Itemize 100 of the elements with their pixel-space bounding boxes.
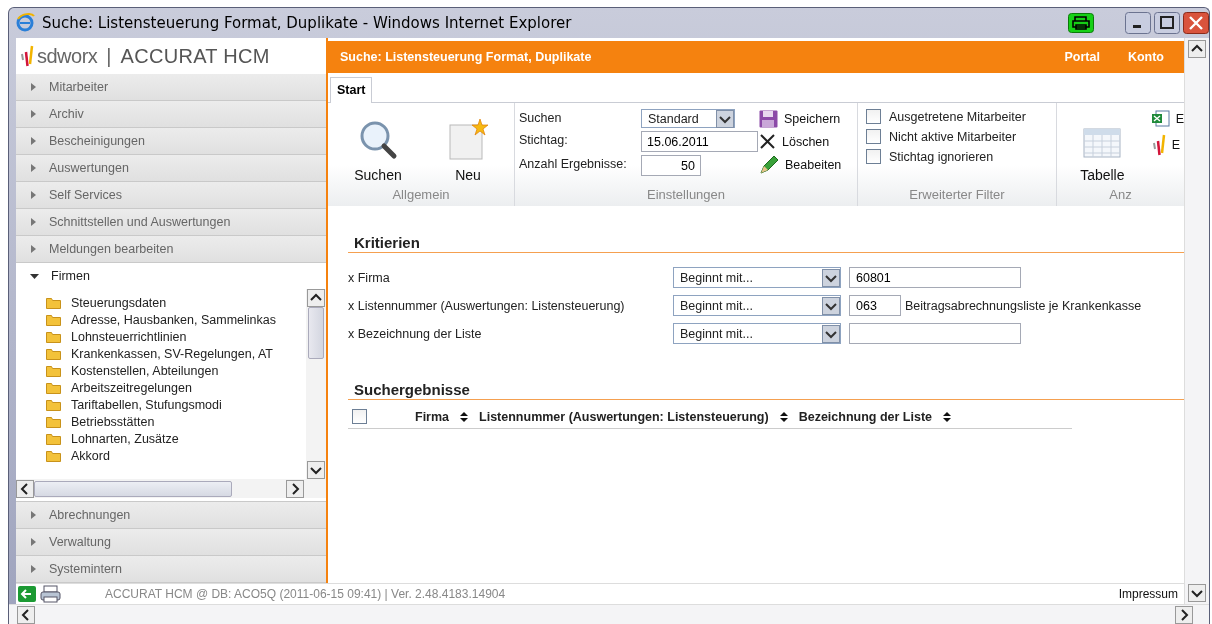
sidebar-section[interactable]: Abrechnungen	[16, 502, 326, 529]
input-field[interactable]: 60801	[849, 267, 1021, 288]
criterion-label: x Listennummer (Auswertungen: Listensteuerung)	[348, 298, 626, 313]
tree-item[interactable]: Lohnarten, Zusätze	[46, 430, 306, 447]
tree-item[interactable]: Steuerungsdaten	[46, 294, 306, 311]
tree-item[interactable]: Akkord	[46, 447, 306, 464]
sidebar-section[interactable]: Meldungen bearbeiten	[16, 236, 326, 263]
page-title: Suche: Listensteuerung Format, Duplikate	[340, 50, 592, 64]
ribbon-tab[interactable]: Start	[330, 77, 373, 103]
sidebar-section[interactable]: Archiv	[16, 101, 326, 128]
ribbon-button[interactable]: E	[1151, 132, 1184, 158]
maximize-button[interactable]	[1154, 12, 1180, 34]
product-name: ACCURAT HCM	[120, 44, 270, 68]
checkbox[interactable]	[866, 109, 881, 124]
sidebar-section[interactable]: Auswertungen	[16, 155, 326, 182]
sort-icon[interactable]	[459, 411, 470, 422]
group-label: Erweiterter Filter	[908, 187, 1006, 204]
tree-item[interactable]: Adresse, Hausbanken, Sammelinkas	[46, 311, 306, 328]
group-label: Anz	[1108, 187, 1133, 204]
scroll-right-icon[interactable]	[286, 479, 304, 498]
folder-icon	[46, 449, 61, 462]
sidebar-section[interactable]: Systemintern	[16, 556, 326, 583]
checkbox-label: Ausgetretene Mitarbeiter	[889, 109, 1026, 124]
value-description: Beitragsabrechnungsliste je Krankenkasse	[905, 298, 1142, 313]
ribbon-button[interactable]: Löschen	[759, 132, 842, 151]
scrollbar-thumb[interactable]	[34, 480, 232, 497]
ribbon-button[interactable]: E	[1151, 109, 1184, 128]
input-field[interactable]	[849, 323, 1021, 344]
scroll-left-icon[interactable]	[17, 605, 35, 624]
folder-icon	[46, 398, 61, 411]
input-field[interactable]: 15.06.2011	[641, 131, 758, 152]
folder-icon	[46, 381, 61, 394]
checkbox-label: Stichtag ignorieren	[889, 149, 994, 164]
dropdown[interactable]: Beginnt mit...	[673, 267, 841, 288]
window-title: Suche: Listensteuerung Format, Duplikate - Windows Internet Explorer	[42, 14, 572, 32]
column-header[interactable]: Firma	[415, 409, 450, 424]
browser-logo-icon	[16, 13, 36, 33]
minimize-button[interactable]	[1125, 12, 1151, 34]
printer-icon[interactable]	[40, 585, 61, 603]
scroll-down-icon[interactable]	[307, 461, 325, 479]
sidebar-section[interactable]: Verwaltung	[16, 529, 326, 556]
expand-icon	[30, 110, 37, 118]
criterion-label: x Bezeichnung der Liste	[348, 326, 483, 341]
expand-icon	[30, 538, 37, 546]
scroll-down-icon[interactable]	[1188, 584, 1206, 602]
dropdown[interactable]: Beginnt mit...	[673, 295, 841, 316]
field-label: Suchen	[519, 110, 563, 127]
tree-item[interactable]: Tariftabellen, Stufungsmodi	[46, 396, 306, 413]
input-field[interactable]: 063	[849, 295, 901, 316]
dropdown[interactable]: Standard	[641, 109, 735, 128]
folder-icon	[46, 330, 61, 343]
expand-icon	[30, 137, 37, 145]
brand-name: sdworx	[37, 44, 98, 68]
section-heading: Kritierien	[348, 234, 1184, 253]
expand-icon	[30, 164, 37, 172]
status-link[interactable]: Impressum	[1118, 587, 1178, 601]
group-label: Allgemein	[391, 187, 451, 204]
scroll-up-icon[interactable]	[1188, 40, 1206, 58]
sidebar-section[interactable]: Mitarbeiter	[16, 74, 326, 101]
scrollbar-thumb[interactable]	[308, 307, 324, 359]
expand-icon	[30, 83, 37, 91]
field-label: Anzahl Ergebnisse:	[519, 156, 628, 173]
column-header[interactable]: Listennummer (Auswertungen: Listensteuerung)	[479, 409, 769, 424]
ribbon-button[interactable]: Beabeiten	[759, 154, 842, 175]
ribbon-button[interactable]: Suchen	[338, 103, 418, 187]
tree-item[interactable]: Krankenkassen, SV-Regelungen, AT	[46, 345, 306, 362]
new-document-icon	[446, 117, 490, 161]
ribbon-button[interactable]: Speichern	[759, 109, 842, 129]
folder-icon	[46, 415, 61, 428]
sort-icon[interactable]	[778, 411, 789, 422]
horizontal-scrollbar[interactable]	[9, 604, 1209, 624]
sidebar-section[interactable]: Self Services	[16, 182, 326, 209]
input-field[interactable]: 50	[641, 155, 701, 176]
vertical-scrollbar[interactable]	[1184, 38, 1209, 604]
group-label: Einstellungen	[645, 187, 727, 204]
dropdown[interactable]: Beginnt mit...	[673, 323, 841, 344]
scroll-up-icon[interactable]	[307, 289, 325, 307]
sidebar-section[interactable]: Bescheinigungen	[16, 128, 326, 155]
tree-item[interactable]: Lohnsteuerrichtlinien	[46, 328, 306, 345]
ribbon-button[interactable]: Neu	[428, 103, 508, 187]
checkbox[interactable]	[866, 129, 881, 144]
tree-item[interactable]: Betriebsstätten	[46, 413, 306, 430]
column-header[interactable]: Bezeichnung der Liste	[798, 409, 932, 424]
checkbox[interactable]	[866, 149, 881, 164]
expand-icon	[30, 191, 37, 199]
logo-separator: |	[106, 44, 112, 68]
ribbon-button[interactable]: Tabelle	[1063, 103, 1142, 187]
folder-icon	[46, 313, 61, 326]
scroll-left-icon[interactable]	[16, 479, 34, 498]
expand-icon	[30, 511, 37, 519]
tree-item[interactable]: Arbeitszeitregelungen	[46, 379, 306, 396]
close-button[interactable]	[1183, 12, 1209, 34]
expand-icon	[30, 218, 37, 226]
sidebar-section[interactable]: Schnittstellen und Auswertungen	[16, 209, 326, 236]
printer-icon[interactable]	[1068, 13, 1094, 33]
checkbox[interactable]	[352, 409, 367, 424]
tree-item[interactable]: Kostenstellen, Abteilungen	[46, 362, 306, 379]
sort-icon[interactable]	[942, 411, 952, 422]
folder-icon	[46, 432, 61, 445]
scroll-right-icon[interactable]	[1175, 605, 1193, 624]
